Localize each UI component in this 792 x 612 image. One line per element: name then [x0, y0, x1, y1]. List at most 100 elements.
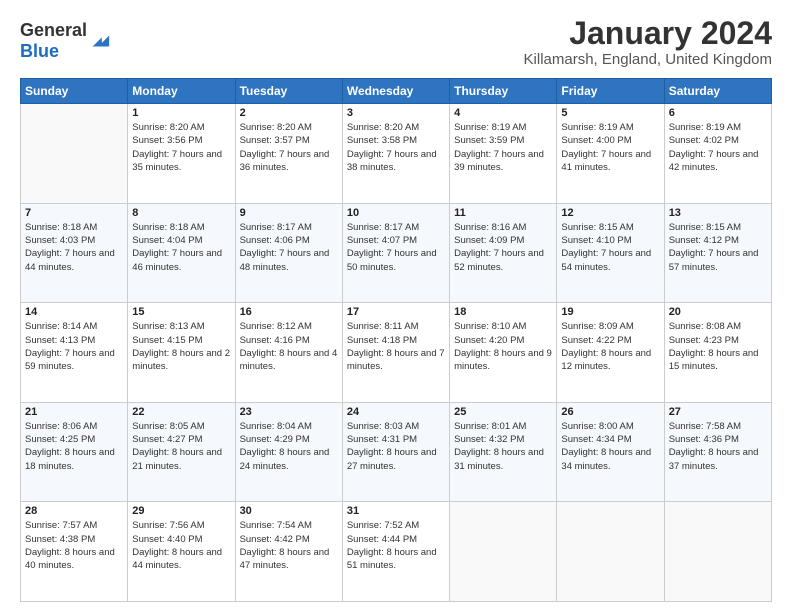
sunrise-text: Sunrise: 8:04 AM [240, 421, 312, 432]
sunset-text: Sunset: 4:27 PM [132, 434, 202, 445]
sunrise-text: Sunrise: 8:17 AM [240, 222, 312, 233]
sunrise-text: Sunrise: 8:11 AM [347, 321, 419, 332]
daylight-text: Daylight: 8 hours and 2 minutes. [132, 348, 230, 372]
sunrise-text: Sunrise: 7:54 AM [240, 520, 312, 531]
table-row: 11 Sunrise: 8:16 AM Sunset: 4:09 PM Dayl… [450, 203, 557, 303]
cell-info: Sunrise: 8:03 AM Sunset: 4:31 PM Dayligh… [347, 420, 445, 473]
sunrise-text: Sunrise: 7:56 AM [132, 520, 204, 531]
sunset-text: Sunset: 4:31 PM [347, 434, 417, 445]
cell-info: Sunrise: 8:19 AM Sunset: 3:59 PM Dayligh… [454, 121, 552, 174]
cell-info: Sunrise: 8:09 AM Sunset: 4:22 PM Dayligh… [561, 320, 659, 373]
sunrise-text: Sunrise: 8:20 AM [347, 122, 419, 133]
calendar-week-row: 1 Sunrise: 8:20 AM Sunset: 3:56 PM Dayli… [21, 104, 772, 204]
table-row: 5 Sunrise: 8:19 AM Sunset: 4:00 PM Dayli… [557, 104, 664, 204]
logo-general-text: General [20, 20, 87, 40]
sunset-text: Sunset: 4:16 PM [240, 335, 310, 346]
location: Killamarsh, England, United Kingdom [524, 51, 772, 68]
day-number: 7 [25, 207, 123, 219]
table-row: 2 Sunrise: 8:20 AM Sunset: 3:57 PM Dayli… [235, 104, 342, 204]
daylight-text: Daylight: 8 hours and 51 minutes. [347, 547, 437, 571]
cell-info: Sunrise: 8:14 AM Sunset: 4:13 PM Dayligh… [25, 320, 123, 373]
day-number: 15 [132, 306, 230, 318]
table-row: 8 Sunrise: 8:18 AM Sunset: 4:04 PM Dayli… [128, 203, 235, 303]
day-number: 13 [669, 207, 767, 219]
cell-info: Sunrise: 8:19 AM Sunset: 4:02 PM Dayligh… [669, 121, 767, 174]
daylight-text: Daylight: 8 hours and 15 minutes. [669, 348, 759, 372]
table-row [664, 502, 771, 602]
sunset-text: Sunset: 3:57 PM [240, 135, 310, 146]
day-number: 4 [454, 107, 552, 119]
cell-info: Sunrise: 8:18 AM Sunset: 4:04 PM Dayligh… [132, 221, 230, 274]
sunset-text: Sunset: 4:06 PM [240, 235, 310, 246]
sunset-text: Sunset: 4:22 PM [561, 335, 631, 346]
daylight-text: Daylight: 7 hours and 35 minutes. [132, 149, 222, 173]
cell-info: Sunrise: 8:19 AM Sunset: 4:00 PM Dayligh… [561, 121, 659, 174]
cell-info: Sunrise: 7:54 AM Sunset: 4:42 PM Dayligh… [240, 519, 338, 572]
cell-info: Sunrise: 7:52 AM Sunset: 4:44 PM Dayligh… [347, 519, 445, 572]
col-sunday: Sunday [21, 79, 128, 104]
day-number: 26 [561, 406, 659, 418]
sunset-text: Sunset: 4:32 PM [454, 434, 524, 445]
day-number: 30 [240, 505, 338, 517]
daylight-text: Daylight: 8 hours and 24 minutes. [240, 447, 330, 471]
sunset-text: Sunset: 4:15 PM [132, 335, 202, 346]
sunrise-text: Sunrise: 8:15 AM [561, 222, 633, 233]
sunset-text: Sunset: 4:34 PM [561, 434, 631, 445]
sunset-text: Sunset: 4:40 PM [132, 534, 202, 545]
sunset-text: Sunset: 4:03 PM [25, 235, 95, 246]
cell-info: Sunrise: 8:12 AM Sunset: 4:16 PM Dayligh… [240, 320, 338, 373]
sunset-text: Sunset: 4:07 PM [347, 235, 417, 246]
table-row: 13 Sunrise: 8:15 AM Sunset: 4:12 PM Dayl… [664, 203, 771, 303]
table-row: 23 Sunrise: 8:04 AM Sunset: 4:29 PM Dayl… [235, 402, 342, 502]
sunset-text: Sunset: 3:56 PM [132, 135, 202, 146]
cell-info: Sunrise: 8:05 AM Sunset: 4:27 PM Dayligh… [132, 420, 230, 473]
col-monday: Monday [128, 79, 235, 104]
daylight-text: Daylight: 8 hours and 21 minutes. [132, 447, 222, 471]
daylight-text: Daylight: 7 hours and 57 minutes. [669, 248, 759, 272]
sunrise-text: Sunrise: 8:19 AM [454, 122, 526, 133]
sunrise-text: Sunrise: 8:12 AM [240, 321, 312, 332]
sunset-text: Sunset: 4:20 PM [454, 335, 524, 346]
col-saturday: Saturday [664, 79, 771, 104]
daylight-text: Daylight: 8 hours and 9 minutes. [454, 348, 552, 372]
daylight-text: Daylight: 7 hours and 36 minutes. [240, 149, 330, 173]
day-number: 18 [454, 306, 552, 318]
day-number: 31 [347, 505, 445, 517]
col-thursday: Thursday [450, 79, 557, 104]
sunset-text: Sunset: 4:12 PM [669, 235, 739, 246]
day-number: 22 [132, 406, 230, 418]
sunrise-text: Sunrise: 8:19 AM [669, 122, 741, 133]
daylight-text: Daylight: 7 hours and 44 minutes. [25, 248, 115, 272]
day-number: 19 [561, 306, 659, 318]
page: General Blue January 2024 Killamarsh, En… [0, 0, 792, 612]
sunset-text: Sunset: 4:29 PM [240, 434, 310, 445]
daylight-text: Daylight: 8 hours and 27 minutes. [347, 447, 437, 471]
table-row: 6 Sunrise: 8:19 AM Sunset: 4:02 PM Dayli… [664, 104, 771, 204]
cell-info: Sunrise: 7:58 AM Sunset: 4:36 PM Dayligh… [669, 420, 767, 473]
sunrise-text: Sunrise: 7:57 AM [25, 520, 97, 531]
calendar-table: Sunday Monday Tuesday Wednesday Thursday… [20, 78, 772, 602]
logo-icon [89, 30, 111, 52]
daylight-text: Daylight: 8 hours and 18 minutes. [25, 447, 115, 471]
sunset-text: Sunset: 4:02 PM [669, 135, 739, 146]
daylight-text: Daylight: 8 hours and 44 minutes. [132, 547, 222, 571]
table-row: 25 Sunrise: 8:01 AM Sunset: 4:32 PM Dayl… [450, 402, 557, 502]
day-number: 10 [347, 207, 445, 219]
cell-info: Sunrise: 8:00 AM Sunset: 4:34 PM Dayligh… [561, 420, 659, 473]
cell-info: Sunrise: 8:06 AM Sunset: 4:25 PM Dayligh… [25, 420, 123, 473]
daylight-text: Daylight: 8 hours and 12 minutes. [561, 348, 651, 372]
day-number: 20 [669, 306, 767, 318]
table-row: 20 Sunrise: 8:08 AM Sunset: 4:23 PM Dayl… [664, 303, 771, 403]
cell-info: Sunrise: 8:20 AM Sunset: 3:58 PM Dayligh… [347, 121, 445, 174]
calendar-week-row: 7 Sunrise: 8:18 AM Sunset: 4:03 PM Dayli… [21, 203, 772, 303]
sunset-text: Sunset: 4:04 PM [132, 235, 202, 246]
sunset-text: Sunset: 4:25 PM [25, 434, 95, 445]
cell-info: Sunrise: 8:17 AM Sunset: 4:06 PM Dayligh… [240, 221, 338, 274]
daylight-text: Daylight: 8 hours and 7 minutes. [347, 348, 445, 372]
table-row [450, 502, 557, 602]
table-row: 7 Sunrise: 8:18 AM Sunset: 4:03 PM Dayli… [21, 203, 128, 303]
sunset-text: Sunset: 4:44 PM [347, 534, 417, 545]
day-number: 23 [240, 406, 338, 418]
sunrise-text: Sunrise: 8:00 AM [561, 421, 633, 432]
cell-info: Sunrise: 8:20 AM Sunset: 3:57 PM Dayligh… [240, 121, 338, 174]
